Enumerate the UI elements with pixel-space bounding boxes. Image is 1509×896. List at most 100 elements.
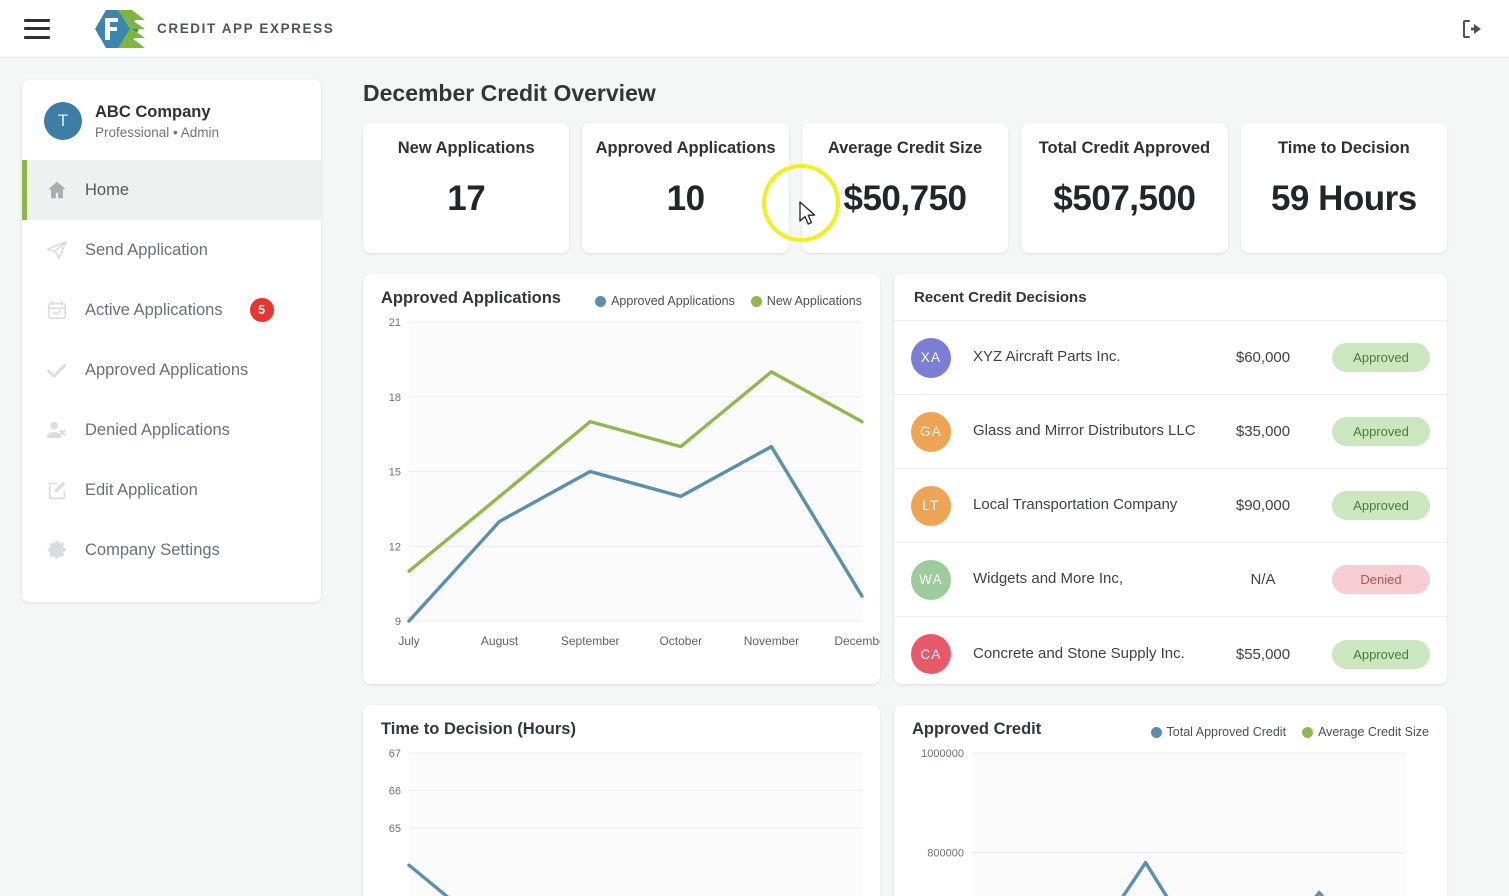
brand-logo[interactable]: CREDIT APP EXPRESS [92, 8, 334, 50]
svg-text:October: October [659, 634, 702, 648]
approved-applications-chart[interactable]: 912151821JulyAugustSeptemberOctoberNovem… [363, 308, 880, 663]
table-row[interactable]: XA XYZ Aircraft Parts Inc.$60,000 Approved [894, 321, 1447, 395]
chart-header: Approved Credit Total Approved Credit Av… [894, 705, 1447, 739]
status-badge: Approved [1332, 491, 1430, 520]
recent-credit-decisions-panel: Recent Credit Decisions XAXYZ Aircraft P… [894, 274, 1447, 684]
svg-text:August: August [481, 634, 519, 648]
table-row[interactable]: WAWidgets and More Inc,N/ADenied [894, 543, 1447, 617]
time-to-decision-chart[interactable]: 6263656667JulyAugustSeptemberOctoberNove… [363, 739, 880, 896]
decisions-list: XA XYZ Aircraft Parts Inc.$60,000 Approved… [894, 321, 1447, 684]
legend-label: Total Approved Credit [1167, 725, 1287, 739]
legend-label: New Applications [767, 294, 862, 308]
legend-swatch-blue [1151, 727, 1162, 738]
stat-card-average-credit-size[interactable]: Average Credit Size $50,750 [802, 123, 1008, 253]
stat-cards: New Applications 17 Approved Application… [363, 123, 1447, 253]
svg-text:15: 15 [389, 467, 401, 479]
credit-amount: $35,000 [1215, 423, 1311, 440]
gear-icon [44, 538, 69, 563]
credit-app-express-logo-icon [92, 8, 148, 50]
svg-text:67: 67 [389, 748, 401, 760]
sidebar-item-approved-applications[interactable]: Approved Applications [22, 340, 321, 400]
paper-plane-icon [44, 238, 69, 263]
company-plan: Professional • Admin [95, 125, 219, 140]
company-name: Glass and Mirror Distributors LLC [973, 421, 1215, 442]
brand-text: CREDIT APP EXPRESS [157, 21, 334, 36]
svg-text:December: December [834, 634, 880, 648]
main-content: December Credit Overview New Application… [321, 80, 1509, 896]
status-badge: Approved [1332, 343, 1430, 372]
chart-legend: Total Approved Credit Average Credit Siz… [1151, 725, 1429, 739]
top-bar: CREDIT APP EXPRESS [0, 0, 1509, 58]
stat-value: $507,500 [1021, 179, 1227, 219]
status-badge: Approved [1332, 417, 1430, 446]
hamburger-icon[interactable] [24, 19, 50, 39]
sidebar-item-send-application[interactable]: Send Application [22, 220, 321, 280]
company-name: ABC Company [95, 102, 219, 123]
chart-header: Approved Applications Approved Applicati… [363, 274, 880, 308]
stat-label: Average Credit Size [802, 139, 1008, 158]
edit-square-icon [44, 478, 69, 503]
table-row[interactable]: GA Glass and Mirror Distributors LLC$35,0… [894, 395, 1447, 469]
legend-label: Average Credit Size [1318, 725, 1429, 739]
sidebar-item-denied-applications[interactable]: Denied Applications [22, 400, 321, 460]
sidebar-item-label: Home [85, 181, 129, 200]
sidebar-item-label: Active Applications [85, 301, 223, 320]
legend-item[interactable]: New Applications [751, 294, 862, 308]
approved-credit-chart[interactable]: 6000008000001000000JulyAugustSeptemberOc… [894, 739, 1424, 896]
sidebar-item-active-applications[interactable]: Active Applications 5 [22, 280, 321, 340]
legend-item[interactable]: Average Credit Size [1302, 725, 1429, 739]
avatar: T [44, 102, 82, 140]
credit-amount: N/A [1215, 571, 1311, 588]
legend-item[interactable]: Total Approved Credit [1151, 725, 1287, 739]
page-body: T ABC Company Professional • Admin Home … [0, 58, 1509, 896]
sidebar-item-label: Send Application [85, 241, 208, 260]
company-name: Concrete and Stone Supply Inc. [973, 644, 1215, 665]
profile-block[interactable]: T ABC Company Professional • Admin [22, 80, 321, 160]
svg-text:12: 12 [389, 541, 401, 553]
sidebar-item-edit-application[interactable]: Edit Application [22, 460, 321, 520]
stat-card-approved-applications[interactable]: Approved Applications 10 [582, 123, 788, 253]
company-name: Widgets and More Inc, [973, 569, 1215, 590]
legend-swatch-green [1302, 727, 1313, 738]
company-name: Local Transportation Company [973, 495, 1215, 516]
stat-value: 59 Hours [1241, 179, 1447, 219]
logout-icon[interactable] [1457, 14, 1487, 44]
page-title: December Credit Overview [363, 80, 1447, 107]
credit-amount: $60,000 [1215, 349, 1311, 366]
chart-legend: Approved Applications New Applications [595, 294, 862, 308]
stat-label: Total Credit Approved [1021, 139, 1227, 158]
avatar: XA [911, 338, 951, 378]
stat-value: $50,750 [802, 179, 1008, 219]
status-badge: Approved [1332, 640, 1430, 669]
svg-text:66: 66 [389, 785, 401, 797]
sidebar-item-company-settings[interactable]: Company Settings [22, 520, 321, 580]
sidebar: T ABC Company Professional • Admin Home … [22, 80, 321, 602]
stat-card-new-applications[interactable]: New Applications 17 [363, 123, 569, 253]
svg-text:November: November [744, 634, 799, 648]
calendar-check-icon [44, 298, 69, 323]
stat-card-time-to-decision[interactable]: Time to Decision 59 Hours [1241, 123, 1447, 253]
chart-title: Approved Applications [381, 289, 561, 308]
table-row[interactable]: CAConcrete and Stone Supply Inc.$55,000A… [894, 617, 1447, 684]
legend-swatch-blue [595, 296, 606, 307]
avatar: GA [911, 412, 951, 452]
sidebar-item-label: Edit Application [85, 481, 198, 500]
approved-applications-chart-panel: Approved Applications Approved Applicati… [363, 274, 880, 684]
avatar: LT [911, 486, 951, 526]
stat-card-total-credit-approved[interactable]: Total Credit Approved $507,500 [1021, 123, 1227, 253]
sidebar-item-label: Company Settings [85, 541, 220, 560]
table-row[interactable]: LTLocal Transportation Company$90,000App… [894, 469, 1447, 543]
svg-text:July: July [398, 634, 419, 648]
legend-item[interactable]: Approved Applications [595, 294, 735, 308]
dashboard-row-3: Time to Decision (Hours) 6263656667JulyA… [363, 705, 1447, 896]
status-badge: Denied [1332, 565, 1430, 594]
stat-value: 17 [363, 179, 569, 219]
chart-header: Time to Decision (Hours) [363, 705, 880, 739]
company-name: XYZ Aircraft Parts Inc. [973, 347, 1215, 368]
svg-text:September: September [561, 634, 620, 648]
sidebar-item-label: Denied Applications [85, 421, 230, 440]
svg-text:9: 9 [395, 616, 401, 628]
legend-swatch-green [751, 296, 762, 307]
svg-text:1000000: 1000000 [921, 748, 964, 760]
sidebar-item-home[interactable]: Home [22, 160, 321, 220]
